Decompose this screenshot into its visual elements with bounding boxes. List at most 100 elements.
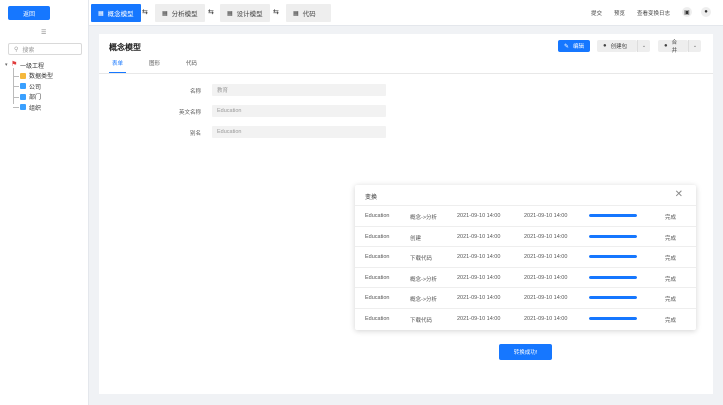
project-icon: ⚑ xyxy=(11,61,18,69)
row-end-time: 2021-09-10 14:00 xyxy=(524,254,568,260)
row-status: 完成 xyxy=(665,215,677,221)
merge-icon: ● xyxy=(664,43,668,49)
row-end-time: 2021-09-10 14:00 xyxy=(524,213,568,219)
table-row: Education 概念->分析 2021-09-10 14:00 2021-09-1… xyxy=(355,205,696,226)
tree-item-label: 组织 xyxy=(29,105,42,112)
swap-icon[interactable]: ⇆ xyxy=(142,8,148,16)
collapse-icon[interactable]: ☰ xyxy=(41,30,48,36)
submit-link[interactable]: 提交 xyxy=(591,9,602,17)
row-end-time: 2021-09-10 14:00 xyxy=(524,274,568,281)
preview-link[interactable]: 预览 xyxy=(614,9,625,17)
progress-bar xyxy=(589,255,637,258)
row-end-time: 2021-09-10 14:00 xyxy=(524,233,568,240)
grid-icon: ▦ xyxy=(98,10,104,17)
name-field[interactable]: 教育 xyxy=(212,84,386,96)
search-icon: ⚲ xyxy=(14,46,19,53)
button-label: 编辑 xyxy=(573,44,585,50)
progress-fill xyxy=(589,316,637,320)
swap-icon[interactable]: ⇆ xyxy=(273,8,279,16)
row-end-time: 2021-09-10 14:00 xyxy=(524,315,568,322)
subtab-bar: 表单 图形 代码 xyxy=(109,59,220,73)
edit-icon: ✎ xyxy=(564,43,570,50)
folder-icon xyxy=(20,72,26,79)
tab-design-model[interactable]: ▦ 设计模型 xyxy=(220,4,270,22)
row-operation: 创建 xyxy=(410,235,422,242)
success-button[interactable]: 转换成功! xyxy=(499,344,552,360)
subtab-form[interactable]: 表单 xyxy=(109,59,127,73)
tab-concept-model[interactable]: ▦ 概念模型 xyxy=(91,4,141,22)
row-name: Education xyxy=(365,213,390,219)
table-row: Education 创建 2021-09-10 14:00 2021-09-10 14… xyxy=(355,225,696,247)
tree-item-datatype[interactable]: 数据类型 xyxy=(5,71,85,82)
tree-item-company[interactable]: 公司 xyxy=(5,81,85,92)
row-operation: 概念->分析 xyxy=(410,297,438,303)
search-input[interactable]: ⚲ 搜索 xyxy=(8,43,82,55)
swap-icon[interactable]: ⇆ xyxy=(208,8,214,16)
dialog-title: 变换 xyxy=(365,195,378,201)
progress-fill xyxy=(589,255,637,258)
row-start-time: 2021-09-10 14:00 xyxy=(457,295,501,301)
create-package-button[interactable]: ● 创建包 xyxy=(597,40,637,52)
project-tree: ▾ ⚑ 一级工程 数据类型 公司 部门 组织 xyxy=(5,60,85,113)
tab-label: 代码 xyxy=(302,11,316,18)
edit-button[interactable]: ✎ 编辑 xyxy=(558,40,591,52)
progress-bar xyxy=(589,214,637,217)
merge-dropdown-icon[interactable]: ⌄ xyxy=(688,40,701,52)
row-status: 完成 xyxy=(665,297,677,303)
table-row: Education 概念->分析 2021-09-10 14:00 2021-09-1… xyxy=(355,287,696,308)
tab-label: 设计模型 xyxy=(236,11,263,18)
row-operation: 概念->分析 xyxy=(410,215,438,221)
grid-icon: ▦ xyxy=(162,10,168,17)
progress-bar xyxy=(589,316,637,320)
entity-icon xyxy=(20,83,26,90)
progress-bar xyxy=(589,275,637,279)
divider xyxy=(99,73,713,74)
row-start-time: 2021-09-10 14:00 xyxy=(457,315,501,322)
tree-item-label: 部门 xyxy=(29,95,42,102)
view-log-link[interactable]: 查看变换日志 xyxy=(637,9,670,17)
row-name: Education xyxy=(365,274,390,281)
row-start-time: 2021-09-10 14:00 xyxy=(457,254,501,260)
row-name: Education xyxy=(365,254,390,260)
row-operation: 下载代码 xyxy=(410,317,433,324)
tab-code[interactable]: ▦ 代码 xyxy=(286,4,331,22)
back-button[interactable]: 返回 xyxy=(8,6,50,20)
tree-item-root[interactable]: ▾ ⚑ 一级工程 xyxy=(5,60,85,71)
notification-icon[interactable]: ▣ xyxy=(682,7,692,17)
table-row: Education 下载代码 2021-09-10 14:00 2021-09-10 … xyxy=(355,307,696,329)
user-avatar-icon[interactable]: ● xyxy=(701,7,711,17)
alias-field[interactable]: Education xyxy=(212,126,386,138)
grid-icon: ▦ xyxy=(227,10,233,17)
tab-analysis-model[interactable]: ▦ 分析模型 xyxy=(155,4,205,22)
tree-item-label: 一级工程 xyxy=(20,63,45,70)
button-label: 合并 xyxy=(671,40,678,54)
subtab-graph[interactable]: 图形 xyxy=(146,59,163,71)
button-label: 创建包 xyxy=(610,44,628,50)
row-status: 完成 xyxy=(665,276,677,283)
field-label: 名称 xyxy=(189,89,201,95)
project-sidebar: 返回 ☰ ⚲ 搜索 ▾ ⚑ 一级工程 数据类型 公司 部门 组织 xyxy=(0,0,89,405)
tree-item-department[interactable]: 部门 xyxy=(5,92,85,103)
progress-fill xyxy=(589,296,637,299)
merge-button[interactable]: ● 合并 xyxy=(658,40,688,54)
tree-item-organization[interactable]: 组织 xyxy=(5,102,85,113)
row-name: Education xyxy=(365,315,390,322)
progress-bar xyxy=(589,234,637,238)
entity-icon xyxy=(20,93,26,100)
tab-label: 分析模型 xyxy=(171,11,198,18)
english-name-field[interactable]: Education xyxy=(212,105,386,117)
close-icon[interactable]: ✕ xyxy=(675,189,683,200)
row-start-time: 2021-09-10 14:00 xyxy=(457,274,501,281)
row-start-time: 2021-09-10 14:00 xyxy=(457,213,501,219)
grid-icon: ▦ xyxy=(293,10,299,17)
transform-dialog: 变换 ✕ Education 概念->分析 2021-09-10 14:00 2021… xyxy=(355,185,696,330)
tree-item-label: 数据类型 xyxy=(29,74,54,81)
create-dropdown-icon[interactable]: ⌄ xyxy=(637,40,650,52)
row-end-time: 2021-09-10 14:00 xyxy=(524,295,568,301)
tree-item-label: 公司 xyxy=(29,84,42,91)
progress-fill xyxy=(589,234,637,238)
add-icon: ● xyxy=(603,43,607,49)
subtab-code[interactable]: 代码 xyxy=(183,59,200,71)
row-operation: 概念->分析 xyxy=(410,276,438,283)
field-label: 英文名称 xyxy=(178,110,201,116)
